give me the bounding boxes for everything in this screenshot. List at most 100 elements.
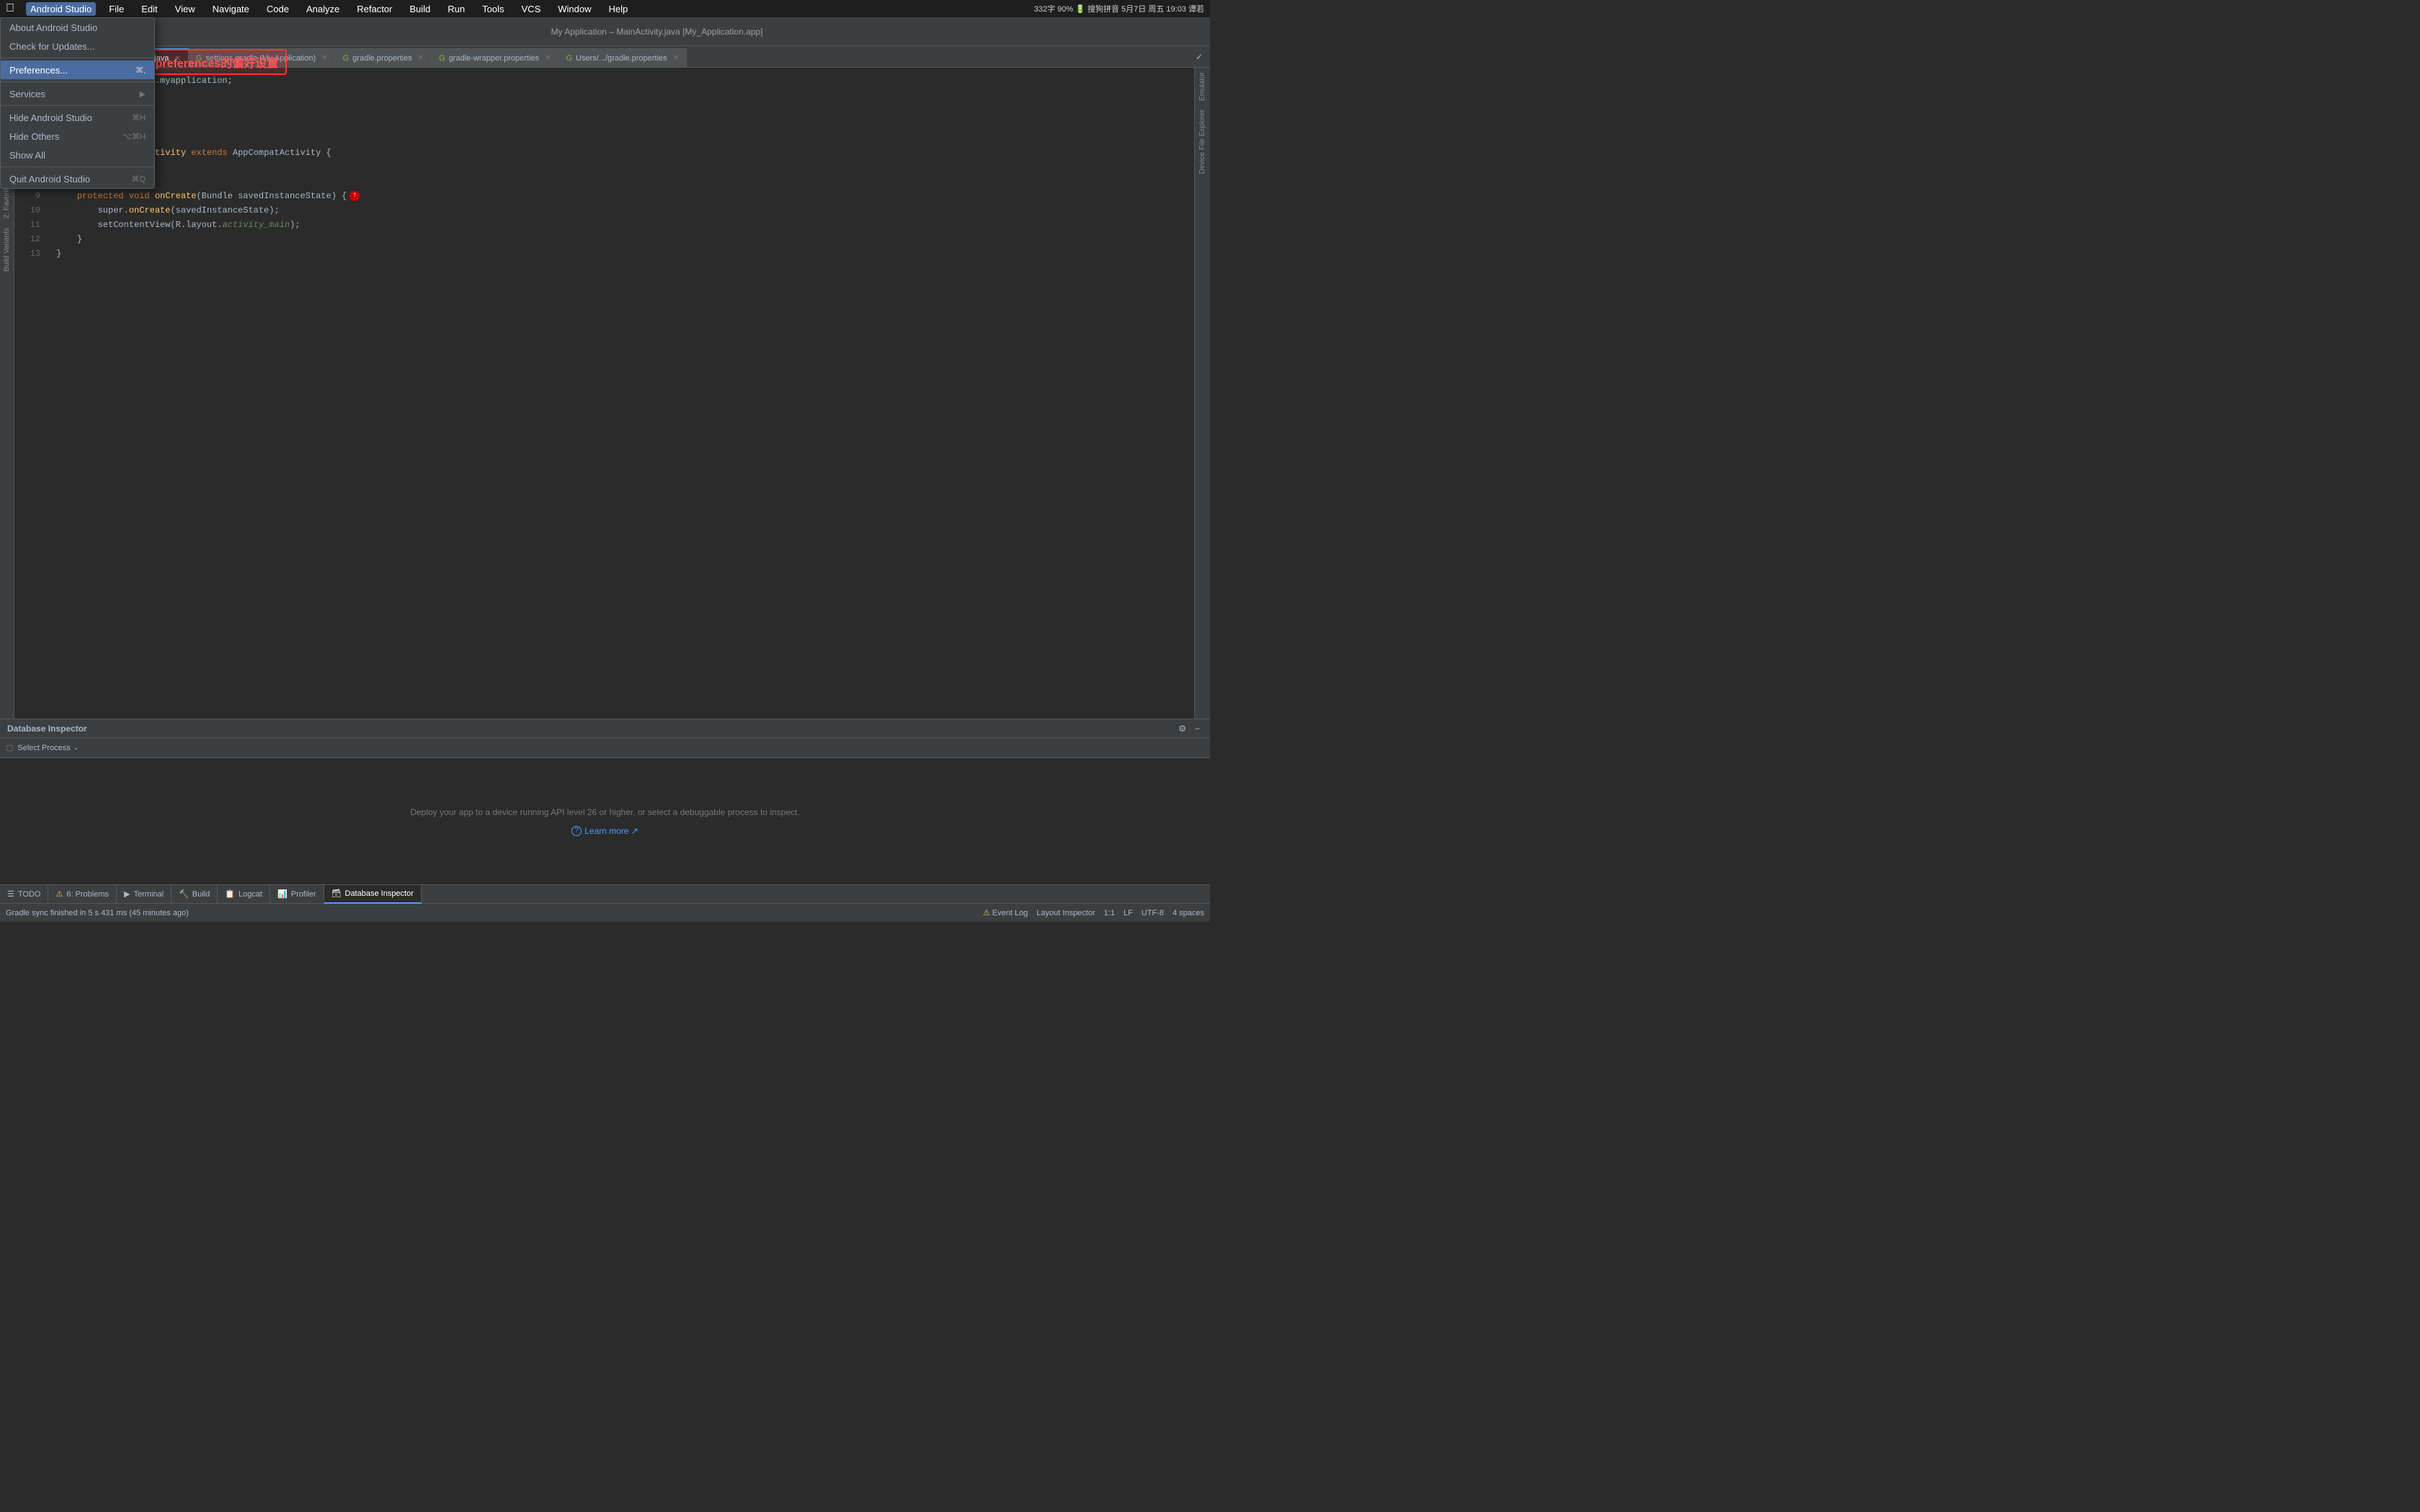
toolbar-title: My Application – MainActivity.java [My_A… bbox=[110, 27, 1204, 37]
services-arrow: ▶ bbox=[140, 89, 146, 99]
main-layout: 1: Project Resource Manager 2: Favorites… bbox=[0, 68, 1210, 719]
code-line-13: } bbox=[56, 246, 1188, 261]
todo-icon: ☰ bbox=[7, 889, 14, 899]
as-toolbar: ← → ▶ ⚙ − My Application – MainActivity.… bbox=[0, 17, 1210, 46]
code-line-9: protected void onCreate(Bundle savedInst… bbox=[56, 189, 1188, 203]
menu-tools[interactable]: Tools bbox=[478, 2, 508, 16]
bottom-tab-bar: ☰ TODO ⚠ 6: Problems ▶ Terminal 🔨 Build … bbox=[0, 884, 1210, 903]
db-main-area: Deploy your app to a device running API … bbox=[0, 758, 1210, 884]
tab-gradle-wrapper[interactable]: G gradle-wrapper.properties ✕ bbox=[432, 48, 559, 67]
menu-check-updates[interactable]: Check for Updates... bbox=[1, 37, 154, 55]
bottom-tab-build[interactable]: 🔨 Build bbox=[172, 885, 218, 904]
hide-as-shortcut: ⌘H bbox=[132, 113, 146, 123]
build-icon: 🔨 bbox=[179, 889, 189, 899]
help-icon: ? bbox=[571, 826, 582, 836]
menu-preferences[interactable]: Preferences... ⌘, bbox=[1, 61, 154, 79]
sidebar-item-device-file-explorer[interactable]: Device File Explorer bbox=[1197, 105, 1208, 178]
status-position: 1:1 bbox=[1104, 909, 1115, 917]
menu-refactor[interactable]: Refactor bbox=[352, 2, 396, 16]
menu-hide-others[interactable]: Hide Others ⌥⌘H bbox=[1, 127, 154, 146]
code-line-5 bbox=[56, 131, 1188, 146]
menu-analyze[interactable]: Analyze bbox=[302, 2, 344, 16]
status-spaces[interactable]: 4 spaces bbox=[1173, 909, 1204, 917]
bottom-tab-problems[interactable]: ⚠ 6: Problems bbox=[48, 885, 117, 904]
code-line-3: import ...; bbox=[56, 102, 1188, 117]
close-tab-gradle-props[interactable]: ✕ bbox=[418, 54, 424, 62]
terminal-icon: ▶ bbox=[124, 889, 130, 899]
menu-quit[interactable]: Quit Android Studio ⌘Q bbox=[1, 169, 154, 188]
menu-view[interactable]: View bbox=[171, 2, 200, 16]
quit-shortcut: ⌘Q bbox=[131, 174, 146, 184]
menu-code[interactable]: Code bbox=[262, 2, 293, 16]
menu-run[interactable]: Run bbox=[443, 2, 469, 16]
menu-help[interactable]: Help bbox=[605, 2, 633, 16]
menu-window[interactable]: Window bbox=[553, 2, 595, 16]
code-line-2 bbox=[56, 88, 1188, 102]
db-process-bar: ▢ Select Process ⌄ bbox=[0, 738, 1210, 758]
bottom-tab-database-inspector[interactable]: 🗃 Database Inspector bbox=[324, 885, 422, 904]
android-studio-menu: About Android Studio Check for Updates..… bbox=[0, 17, 155, 189]
code-line-4 bbox=[56, 117, 1188, 131]
menu-file[interactable]: File bbox=[104, 2, 128, 16]
status-lf[interactable]: LF bbox=[1124, 909, 1133, 917]
code-line-6: public class MainActivity extends AppCom… bbox=[56, 146, 1188, 160]
logcat-icon: 📋 bbox=[225, 889, 235, 899]
tab-bar-checkmark[interactable]: ✓ bbox=[1191, 47, 1207, 67]
menu-divider-4 bbox=[1, 166, 154, 167]
menubar-right-icons: 332字 90% 🔋 搜狗拼音 5月7日 周五 19:03 谭若 bbox=[1034, 3, 1204, 14]
profiler-icon: 📊 bbox=[277, 889, 288, 899]
status-layout-inspector[interactable]: Layout Inspector bbox=[1036, 909, 1095, 917]
bottom-panel-toolbar: ⚙ − bbox=[1175, 722, 1203, 735]
status-gradle-msg: Gradle sync finished in 5 s 431 ms (45 m… bbox=[6, 909, 189, 917]
menu-android-studio[interactable]: Android Studio bbox=[26, 2, 96, 16]
status-left: Gradle sync finished in 5 s 431 ms (45 m… bbox=[6, 909, 189, 917]
menu-divider-2 bbox=[1, 81, 154, 82]
bottom-tab-terminal[interactable]: ▶ Terminal bbox=[117, 885, 172, 904]
db-learn-more-link[interactable]: ? Learn more ↗ bbox=[571, 826, 639, 836]
status-bar: Gradle sync finished in 5 s 431 ms (45 m… bbox=[0, 903, 1210, 922]
close-tab-mainactivity[interactable]: ✕ bbox=[174, 55, 180, 63]
menu-hide-android-studio[interactable]: Hide Android Studio ⌘H bbox=[1, 108, 154, 127]
bottom-tab-logcat[interactable]: 📋 Logcat bbox=[218, 885, 270, 904]
bottom-panel-close-btn[interactable]: − bbox=[1192, 722, 1203, 735]
code-line-12: } bbox=[56, 232, 1188, 246]
tab-users-gradle[interactable]: G Users/.../gradle.properties ✕ bbox=[559, 48, 687, 67]
menu-build[interactable]: Build bbox=[405, 2, 435, 16]
code-content[interactable]: package com.example.myapplication; impor… bbox=[50, 68, 1194, 719]
apple-logo-icon:  bbox=[6, 2, 14, 15]
close-tab-users-gradle[interactable]: ✕ bbox=[673, 54, 679, 62]
bottom-tab-profiler[interactable]: 📊 Profiler bbox=[270, 885, 324, 904]
menu-about-android-studio[interactable]: About Android Studio bbox=[1, 18, 154, 37]
gradle-icon-1: G bbox=[196, 54, 203, 63]
tab-gradle-properties[interactable]: G gradle.properties ✕ bbox=[336, 48, 432, 67]
menu-services[interactable]: Services ▶ bbox=[1, 84, 154, 103]
right-sidebar: Emulator Device File Explorer bbox=[1194, 68, 1210, 719]
event-log-icon: ⚠ bbox=[983, 909, 990, 917]
db-process-label[interactable]: Select Process ⌄ bbox=[17, 744, 79, 752]
chevron-down-icon: ⌄ bbox=[74, 744, 79, 752]
database-icon: 🗃 bbox=[332, 889, 342, 898]
status-right: ⚠ Event Log Layout Inspector 1:1 LF UTF-… bbox=[983, 908, 1204, 917]
status-event-log[interactable]: ⚠ Event Log bbox=[983, 908, 1028, 917]
status-encoding[interactable]: UTF-8 bbox=[1142, 909, 1164, 917]
code-line-8: @Override bbox=[56, 174, 1188, 189]
code-line-11: setContentView(R.layout.activity_main); bbox=[56, 218, 1188, 232]
code-line-1: package com.example.myapplication; bbox=[56, 74, 1188, 88]
close-tab-settings[interactable]: ✕ bbox=[321, 54, 327, 62]
db-deploy-text: Deploy your app to a device running API … bbox=[410, 807, 799, 817]
gradle-icon-4: G bbox=[566, 54, 572, 63]
menu-show-all[interactable]: Show All bbox=[1, 146, 154, 164]
editor-tab-bar: ■ activity_main.xml ✕ J MainActivity.jav… bbox=[0, 46, 1210, 68]
bottom-panel-settings-btn[interactable]: ⚙ bbox=[1175, 722, 1189, 735]
menu-vcs[interactable]: VCS bbox=[517, 2, 546, 16]
sidebar-item-build-variants[interactable]: Build Variants bbox=[1, 223, 12, 276]
bottom-tab-todo[interactable]: ☰ TODO bbox=[0, 885, 48, 904]
tab-settings-gradle[interactable]: G settings.gradle (My Application) ✕ bbox=[189, 48, 336, 67]
menu-navigate[interactable]: Navigate bbox=[208, 2, 254, 16]
sidebar-item-emulator[interactable]: Emulator bbox=[1197, 68, 1208, 105]
db-inspector-content: ▢ Select Process ⌄ Deploy your app to a … bbox=[0, 738, 1210, 884]
menu-edit[interactable]: Edit bbox=[137, 2, 161, 16]
hide-others-shortcut: ⌥⌘H bbox=[123, 132, 146, 141]
close-tab-gradle-wrapper[interactable]: ✕ bbox=[545, 54, 551, 62]
bottom-panel: Database Inspector ⚙ − ▢ Select Process … bbox=[0, 719, 1210, 884]
